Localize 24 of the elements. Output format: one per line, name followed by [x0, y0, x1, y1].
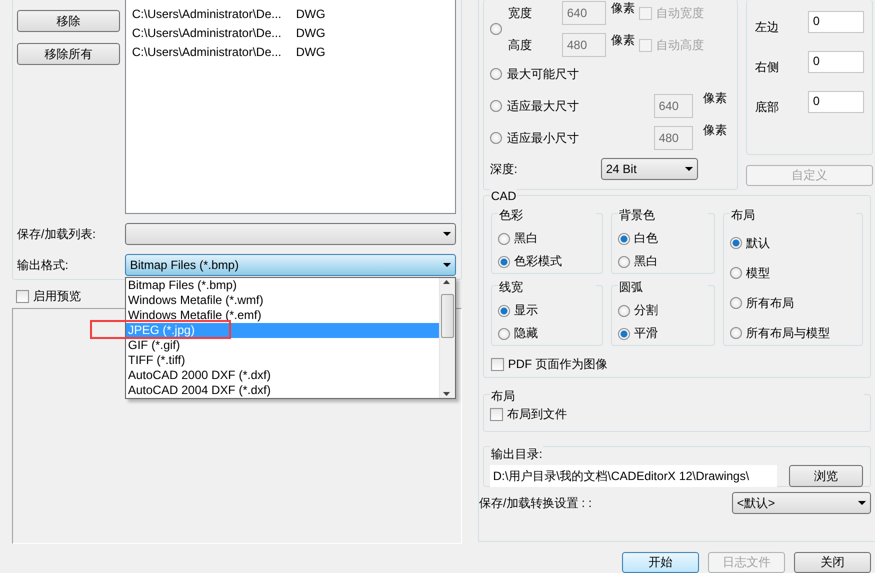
- unit-label: 像素: [703, 122, 727, 139]
- file-type: DWG: [296, 6, 326, 20]
- margin-label: 底部: [755, 98, 779, 116]
- unit-label: 像素: [611, 32, 635, 49]
- margin-label: 右侧: [755, 58, 779, 76]
- save-load-list-label: 保存/加载列表:: [17, 226, 97, 242]
- unit-label: 像素: [611, 0, 635, 17]
- file-type: DWG: [296, 26, 326, 40]
- file-path: C:\Users\Administrator\De...: [132, 26, 282, 40]
- file-path: C:\Users\Administrator\De...: [132, 44, 282, 58]
- output-format-label: 输出格式:: [17, 256, 70, 274]
- file-path: C:\Users\Administrator\De...: [132, 6, 282, 20]
- group-title: CAD: [490, 189, 518, 203]
- conversion-settings-label: 保存/加载转换设置 : :: [479, 494, 592, 512]
- file-type: DWG: [296, 44, 326, 58]
- group-title: 背景色: [618, 207, 708, 224]
- dimension-label: 宽度: [508, 4, 533, 22]
- group-title: 输出目录:: [490, 446, 544, 463]
- dimension-label: 高度: [508, 36, 533, 54]
- margin-label: 左边: [755, 18, 779, 36]
- group-title: 线宽: [498, 279, 596, 296]
- depth-label: 深度:: [490, 160, 518, 178]
- group-title: 色彩: [498, 207, 596, 224]
- unit-label: 像素: [703, 90, 727, 107]
